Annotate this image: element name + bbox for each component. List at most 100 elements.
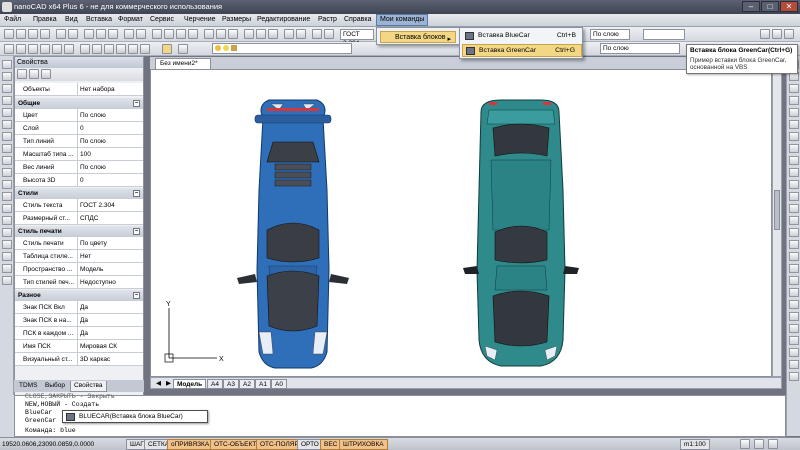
tool-icon-2[interactable] bbox=[772, 29, 782, 39]
help-icon[interactable] bbox=[268, 29, 278, 39]
save-as-icon[interactable] bbox=[40, 29, 50, 39]
prop-value[interactable]: 0 bbox=[77, 122, 143, 134]
rotate-icon[interactable] bbox=[789, 132, 799, 141]
properties-icon[interactable] bbox=[204, 29, 214, 39]
draw-icon[interactable] bbox=[28, 44, 38, 54]
select-objects-icon[interactable] bbox=[17, 69, 27, 79]
prop-value[interactable]: Нет bbox=[77, 250, 143, 262]
quick-select-icon[interactable] bbox=[29, 69, 39, 79]
collapse-icon[interactable]: – bbox=[133, 228, 140, 235]
edit-block-icon[interactable] bbox=[789, 360, 799, 369]
table-icon[interactable] bbox=[296, 29, 306, 39]
copy-icon[interactable] bbox=[96, 29, 106, 39]
drawing-canvas[interactable]: Y X bbox=[150, 69, 772, 377]
hatch-icon[interactable] bbox=[140, 44, 150, 54]
edit-hatch-icon[interactable] bbox=[789, 312, 799, 321]
zoom-extents-icon[interactable] bbox=[188, 29, 198, 39]
polyline-icon[interactable] bbox=[92, 44, 102, 54]
menu-modify[interactable]: Редактирование bbox=[257, 16, 310, 23]
objects-row[interactable]: Объекты Нет набора bbox=[15, 83, 143, 96]
menu-edit[interactable]: Правка bbox=[33, 16, 57, 23]
array-icon[interactable] bbox=[789, 108, 799, 117]
command-bar-handle[interactable] bbox=[0, 395, 14, 437]
lineweight-combo[interactable] bbox=[643, 29, 685, 40]
prop-value[interactable]: По цвету bbox=[77, 237, 143, 249]
dim-tool-icon[interactable] bbox=[2, 252, 12, 261]
tab-a2[interactable]: A2 bbox=[239, 379, 255, 389]
menu-drawing[interactable]: Черчение bbox=[184, 16, 216, 23]
erase-tool-icon[interactable] bbox=[2, 276, 12, 285]
status-tool-icon-2[interactable] bbox=[754, 439, 764, 449]
line-icon[interactable] bbox=[80, 44, 90, 54]
menu-dimensions[interactable]: Размеры bbox=[222, 16, 251, 23]
command-prompt[interactable]: Команда: blue bbox=[25, 427, 76, 434]
match-icon[interactable] bbox=[228, 29, 238, 39]
tab-a4[interactable]: A4 bbox=[207, 379, 223, 389]
prop-value[interactable]: 100 bbox=[77, 148, 143, 160]
save-icon[interactable] bbox=[28, 29, 38, 39]
measure-tool-icon[interactable] bbox=[789, 288, 799, 297]
divide-icon[interactable] bbox=[789, 276, 799, 285]
order-icon[interactable] bbox=[789, 372, 799, 381]
point-tool-icon[interactable] bbox=[2, 180, 12, 189]
tab-model[interactable]: Модель bbox=[173, 379, 207, 389]
fillet-icon[interactable] bbox=[789, 228, 799, 237]
new-icon[interactable] bbox=[4, 29, 14, 39]
edit-poly-icon[interactable] bbox=[789, 324, 799, 333]
region-tool-icon[interactable] bbox=[2, 204, 12, 213]
stretch-icon[interactable] bbox=[789, 156, 799, 165]
prop-row[interactable]: Вес линий По слою bbox=[15, 161, 143, 174]
preview-icon[interactable] bbox=[68, 29, 78, 39]
hatch-toggle[interactable]: ШТРИХОВКА bbox=[339, 439, 388, 450]
prop-value[interactable]: Да bbox=[77, 327, 143, 339]
undo-icon[interactable] bbox=[124, 29, 134, 39]
style-icon[interactable] bbox=[324, 29, 334, 39]
menu-item-insert-bluecar[interactable]: Вставка BlueCar Ctrl+B bbox=[462, 30, 582, 43]
edit-text-icon[interactable] bbox=[789, 300, 799, 309]
tab-a0[interactable]: A0 bbox=[271, 379, 287, 389]
prop-value[interactable]: Недоступно bbox=[77, 276, 143, 288]
prop-row[interactable]: Имя ПСК Мировая СК bbox=[15, 340, 143, 353]
layer-value-combo[interactable]: По слою bbox=[600, 43, 680, 54]
print-icon[interactable] bbox=[56, 29, 66, 39]
prop-row[interactable]: Знак ПСК Вкл Да bbox=[15, 301, 143, 314]
green-car-block[interactable] bbox=[463, 99, 579, 367]
block-tool-icon[interactable] bbox=[2, 168, 12, 177]
prop-row[interactable]: Тип стилей печ... Недоступно bbox=[15, 276, 143, 289]
polygon-tool-icon[interactable] bbox=[2, 96, 12, 105]
close-button[interactable]: ✕ bbox=[780, 1, 798, 12]
block-icon[interactable] bbox=[312, 29, 322, 39]
minimize-button[interactable]: – bbox=[742, 1, 760, 12]
prop-row[interactable]: Размерный ст... СПДС bbox=[15, 212, 143, 225]
line-tool-icon[interactable] bbox=[2, 60, 12, 69]
ortho-toggle[interactable]: ОРТО bbox=[297, 439, 323, 450]
menu-my-commands[interactable]: Мои команды bbox=[376, 14, 429, 26]
autocomplete-item[interactable]: BLUECAR(Вставка блока BlueCar) bbox=[79, 413, 183, 420]
prop-row[interactable]: Пространство ... Модель bbox=[15, 263, 143, 276]
prop-value[interactable]: Да bbox=[77, 301, 143, 313]
menu-help[interactable]: Справка bbox=[344, 16, 371, 23]
lengthen-icon[interactable] bbox=[789, 252, 799, 261]
explode-icon[interactable] bbox=[789, 240, 799, 249]
prop-value[interactable]: ГОСТ 2.304 bbox=[77, 199, 143, 211]
collapse-icon[interactable]: – bbox=[133, 100, 140, 107]
chamfer-icon[interactable] bbox=[789, 216, 799, 225]
scale-indicator[interactable]: m1:100 bbox=[680, 439, 710, 450]
prop-value[interactable]: По слою bbox=[77, 161, 143, 173]
prop-row[interactable]: Тип линий По слою bbox=[15, 135, 143, 148]
prop-row[interactable]: Слой 0 bbox=[15, 122, 143, 135]
section-plot-style[interactable]: Стиль печати – bbox=[15, 226, 143, 237]
section-misc[interactable]: Разное – bbox=[15, 290, 143, 301]
layer-manager-icon[interactable] bbox=[4, 44, 14, 54]
polar-toggle[interactable]: ОТС-ПОЛЯР bbox=[256, 439, 303, 450]
prop-row[interactable]: Визуальный ст... 3D каркас bbox=[15, 353, 143, 366]
circle-tool-icon[interactable] bbox=[2, 132, 12, 141]
extend-icon[interactable] bbox=[789, 180, 799, 189]
snap-icon[interactable] bbox=[52, 44, 62, 54]
circle-icon[interactable] bbox=[104, 44, 114, 54]
calc-icon[interactable] bbox=[256, 29, 266, 39]
prop-value[interactable]: По слою bbox=[77, 109, 143, 121]
pan-icon[interactable] bbox=[152, 29, 162, 39]
prop-value[interactable]: Мировая СК bbox=[77, 340, 143, 352]
arc-icon[interactable] bbox=[116, 44, 126, 54]
